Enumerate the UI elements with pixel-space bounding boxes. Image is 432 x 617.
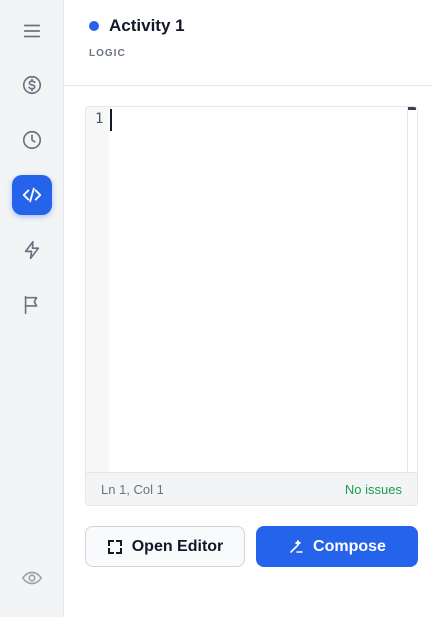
code-editor[interactable]: 1 Ln 1, Col 1 No issues: [85, 106, 418, 506]
cursor-position: Ln 1, Col 1: [101, 481, 164, 497]
line-gutter: 1: [86, 107, 109, 473]
flag-icon: [24, 295, 38, 315]
open-editor-label: Open Editor: [131, 537, 224, 555]
sidebar-item-actions[interactable]: [12, 230, 52, 270]
editor-statusbar: Ln 1, Col 1 No issues: [86, 472, 417, 505]
compose-label: Compose: [313, 537, 386, 555]
issues-status: No issues: [344, 481, 402, 497]
line-number: 1: [95, 111, 104, 127]
dollar-icon: [22, 75, 42, 95]
app-window: Activity 1 LOGIC 1 Ln 1, Col 1 No issues…: [0, 0, 432, 617]
status-dot: [89, 21, 99, 31]
sidebar-item-flags[interactable]: [12, 285, 52, 325]
page-header: Activity 1 LOGIC: [64, 0, 432, 86]
sidebar-item-billing[interactable]: [12, 65, 52, 105]
menu-icon: [23, 24, 41, 38]
editor-scrollbar[interactable]: [407, 107, 417, 473]
expand-icon: [107, 539, 122, 554]
compose-button[interactable]: Compose: [256, 526, 418, 567]
sparkle-wand-icon: [290, 539, 303, 553]
sidebar-item-history[interactable]: [12, 120, 52, 160]
sidebar: [0, 0, 64, 617]
open-editor-button[interactable]: Open Editor: [85, 526, 245, 567]
title-row: Activity 1: [89, 16, 185, 36]
page-subtitle: LOGIC: [89, 48, 126, 59]
code-input-area[interactable]: [109, 107, 407, 473]
scrollbar-thumb[interactable]: [408, 107, 416, 110]
page-title: Activity 1: [109, 16, 185, 35]
lightning-icon: [24, 240, 40, 260]
preview-toggle[interactable]: [12, 558, 52, 598]
clock-icon: [22, 130, 42, 150]
text-cursor: [110, 109, 112, 131]
main-panel: Activity 1 LOGIC 1 Ln 1, Col 1 No issues…: [64, 0, 432, 617]
menu-button[interactable]: [12, 11, 52, 51]
sidebar-item-code[interactable]: [12, 175, 52, 215]
code-icon: [22, 187, 42, 203]
eye-icon: [22, 571, 42, 585]
